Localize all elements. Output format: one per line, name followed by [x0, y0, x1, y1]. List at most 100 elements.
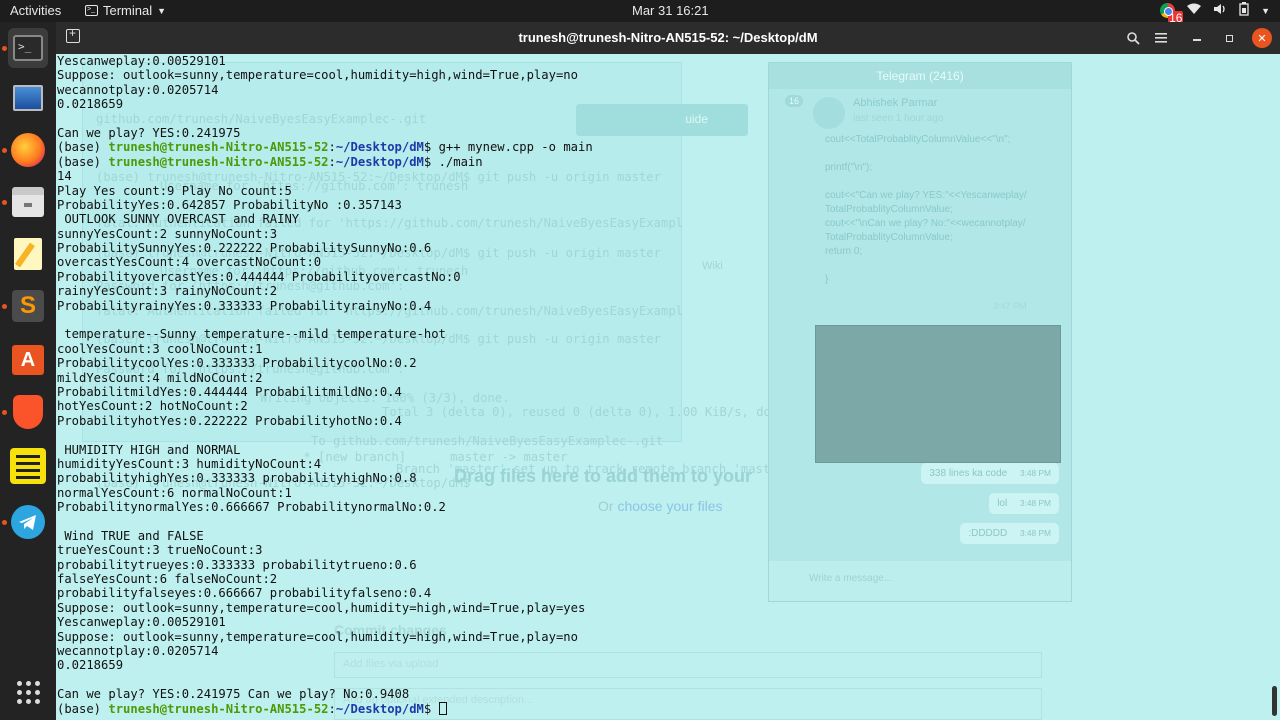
close-icon: ✕	[1257, 32, 1267, 45]
chat-bubble: :DDDDD 3:48 PM	[960, 523, 1059, 544]
search-button[interactable]	[1122, 27, 1144, 49]
output-line: Yescanweplay:0.00529101	[57, 615, 226, 630]
top-bar: Activities >_ Terminal ▼ Mar 31 16:21 16…	[0, 0, 1280, 25]
ghost-choose-files: Or choose your files	[598, 498, 723, 514]
prompt-path: ~/Desktop/dM	[335, 701, 424, 716]
terminal-scrollbar[interactable]	[1272, 686, 1277, 716]
menu-button[interactable]	[1150, 27, 1172, 49]
output-line: mildYesCount:4 mildNoCount:2	[57, 370, 263, 385]
dock-text-editor[interactable]	[8, 234, 48, 274]
command-text	[431, 702, 438, 716]
output-line: coolYesCount:3 coolNoCount:1	[57, 341, 263, 356]
search-icon	[1126, 31, 1140, 45]
chevron-down-icon: ▼	[157, 5, 167, 16]
output-line: Suppose: outlook=sunny,temperature=cool,…	[57, 629, 578, 644]
minimize-icon	[1193, 39, 1201, 41]
terminal-app-icon: >_	[85, 5, 98, 16]
window-title: trunesh@trunesh-Nitro-AN515-52: ~/Deskto…	[518, 30, 818, 45]
dock-terminal[interactable]: >_	[8, 28, 48, 68]
output-line: OUTLOOK SUNNY OVERCAST and RAINY	[57, 212, 300, 227]
terminal-titlebar[interactable]: trunesh@trunesh-Nitro-AN515-52: ~/Deskto…	[56, 22, 1280, 54]
text-editor-icon	[14, 238, 42, 270]
show-applications-button[interactable]	[8, 672, 48, 712]
terminal-icon: >_	[13, 35, 43, 61]
output-line: Can we play? YES:0.241975	[57, 125, 241, 140]
running-indicator	[2, 148, 7, 153]
prompt-user: trunesh@trunesh-Nitro-AN515-52	[108, 154, 329, 169]
brave-icon	[13, 395, 43, 429]
telegram-message-input: Write a message...	[769, 561, 1071, 601]
running-indicator	[2, 46, 7, 51]
system-tray[interactable]: 16 ▼	[1160, 2, 1270, 25]
output-line: sunnyYesCount:2 sunnyNoCount:3	[57, 226, 278, 241]
dock-firefox[interactable]	[8, 130, 48, 170]
wifi-icon	[1187, 3, 1202, 18]
output-line: ProbabilityhotYes:0.222222 Probabilityho…	[57, 413, 402, 428]
dock-display-settings[interactable]	[8, 78, 48, 118]
output-line: HUMIDITY HIGH and NORMAL	[57, 442, 241, 457]
files-icon	[12, 187, 44, 217]
output-line: Play Yes count:9 Play No count:5	[57, 183, 292, 198]
output-line: ProbabilityovercastYes:0.444444 Probabil…	[57, 269, 461, 284]
software-bag-icon: A	[12, 345, 44, 375]
dock-sublime-text[interactable]: S	[8, 286, 48, 326]
command-text: ./main	[431, 154, 483, 169]
prompt-line: (base) trunesh@trunesh-Nitro-AN515-52:~/…	[57, 701, 593, 716]
contact-avatar	[813, 97, 845, 129]
output-line: ProbabilitynormalYes:0.666667 Probabilit…	[57, 500, 446, 515]
battery-icon	[1239, 2, 1249, 19]
minimize-button[interactable]	[1186, 27, 1208, 49]
code-message-time: 3:47 PM	[993, 301, 1027, 311]
ghost-telegram-window: Telegram (2416) 16 Abhishek Parmar last …	[768, 62, 1072, 602]
volume-icon	[1213, 3, 1227, 18]
conda-env-label: (base)	[57, 701, 109, 716]
output-line: hotYesCount:2 hotNoCount:2	[57, 399, 248, 414]
output-line: probabilityhighYes:0.333333 probabilityh…	[57, 471, 417, 486]
terminal-output: Yescanweplay:0.00529101 Suppose: outlook=…	[57, 54, 593, 716]
code-message: cout<<TotalProbablityColumnValue<<"\n"; p…	[825, 133, 1055, 287]
contact-last-seen: last seen 1 hour ago	[853, 113, 944, 124]
output-line: ProbabilitycoolYes:0.333333 Probabilityc…	[57, 356, 417, 371]
output-line: 0.0218659	[57, 658, 124, 673]
output-line: probabilityfalseyes:0.666667 probability…	[57, 586, 432, 601]
dock-files[interactable]	[8, 182, 48, 222]
output-line: normalYesCount:6 normalNoCount:1	[57, 485, 292, 500]
app-menu[interactable]: >_ Terminal ▼	[85, 3, 166, 18]
code-line: cout<<TotalProbablityColumnValue<<"\n";	[825, 134, 1011, 145]
dock-notes[interactable]	[8, 446, 48, 486]
output-line: rainyYesCount:3 rainyNoCount:2	[57, 284, 278, 299]
chat-bubble: 338 lines ka code 3:48 PM	[921, 463, 1059, 484]
dock-brave[interactable]	[8, 392, 48, 432]
code-line: TotalProbablityColumnValue;	[825, 232, 953, 243]
code-line: TotalProbablityColumnValue;	[825, 204, 953, 215]
output-line: ProbabilitmildYes:0.444444 Probabilitmil…	[57, 384, 402, 399]
clock[interactable]: Mar 31 16:21	[632, 3, 709, 18]
text-cursor[interactable]	[438, 701, 447, 715]
app-menu-label: Terminal	[103, 3, 153, 18]
output-line: Yescanweplay:0.00529101	[57, 54, 226, 68]
dock: >_ S A	[0, 22, 56, 720]
prompt-line: (base) trunesh@trunesh-Nitro-AN515-52:~/…	[57, 154, 483, 169]
running-indicator	[2, 200, 7, 205]
prompt-path: ~/Desktop/dM	[335, 154, 424, 169]
telegram-icon	[11, 505, 45, 539]
activities-button[interactable]: Activities	[10, 3, 61, 18]
output-line: trueYesCount:3 trueNoCount:3	[57, 543, 263, 558]
notes-icon	[10, 448, 46, 484]
chrome-tray-icon[interactable]: 16	[1160, 3, 1184, 25]
close-button[interactable]: ✕	[1252, 28, 1272, 48]
conda-env-label: (base)	[57, 140, 109, 155]
running-indicator	[2, 410, 7, 415]
chat-bubble: lol 3:48 PM	[989, 493, 1059, 514]
dock-ubuntu-software[interactable]: A	[8, 340, 48, 380]
terminal-body[interactable]: uide github.com/trunesh/NaiveByesEasyExa…	[56, 54, 1280, 720]
output-line: ProbabilitySunnyYes:0.222222 Probability…	[57, 241, 432, 256]
maximize-button[interactable]	[1218, 27, 1240, 49]
prompt-path: ~/Desktop/dM	[335, 140, 424, 155]
output-line: temperature--Sunny temperature--mild tem…	[57, 327, 446, 342]
dock-telegram[interactable]	[8, 502, 48, 542]
